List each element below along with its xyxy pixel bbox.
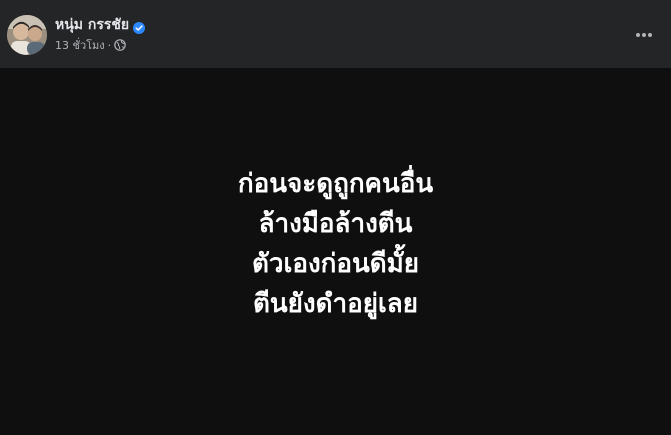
post-text-canvas: ก่อนจะดูถูกคนอื่น ล้างมือล้างตีน ตัวเองก… (0, 68, 671, 435)
meta-separator: · (107, 38, 112, 52)
author-name-row: หนุ่ม กรรชัย (55, 15, 146, 35)
facebook-post: หนุ่ม กรรชัย 13 ชั่วโมง · ก่อนจะดูถูกคนอ… (0, 0, 671, 435)
verified-badge-icon (133, 19, 146, 34)
more-options-icon (636, 33, 652, 37)
post-text-line-3: ตัวเองก่อนดีมั้ย (251, 248, 420, 279)
globe-icon[interactable] (114, 39, 126, 51)
post-meta: 13 ชั่วโมง · (55, 37, 126, 53)
post-text-line-4: ตีนยังดำอยู่เลย (253, 288, 418, 319)
author-avatar[interactable] (7, 15, 47, 55)
profile-photo-icon (7, 15, 47, 55)
post-header: หนุ่ม กรรชัย 13 ชั่วโมง · (0, 0, 671, 68)
more-options-button[interactable] (628, 19, 660, 51)
author-name[interactable]: หนุ่ม กรรชัย (55, 15, 129, 35)
post-text-line-2: ล้างมือล้างตีน (258, 208, 413, 239)
post-text-line-1: ก่อนจะดูถูกคนอื่น (237, 168, 434, 199)
post-timestamp[interactable]: 13 ชั่วโมง (55, 36, 105, 54)
